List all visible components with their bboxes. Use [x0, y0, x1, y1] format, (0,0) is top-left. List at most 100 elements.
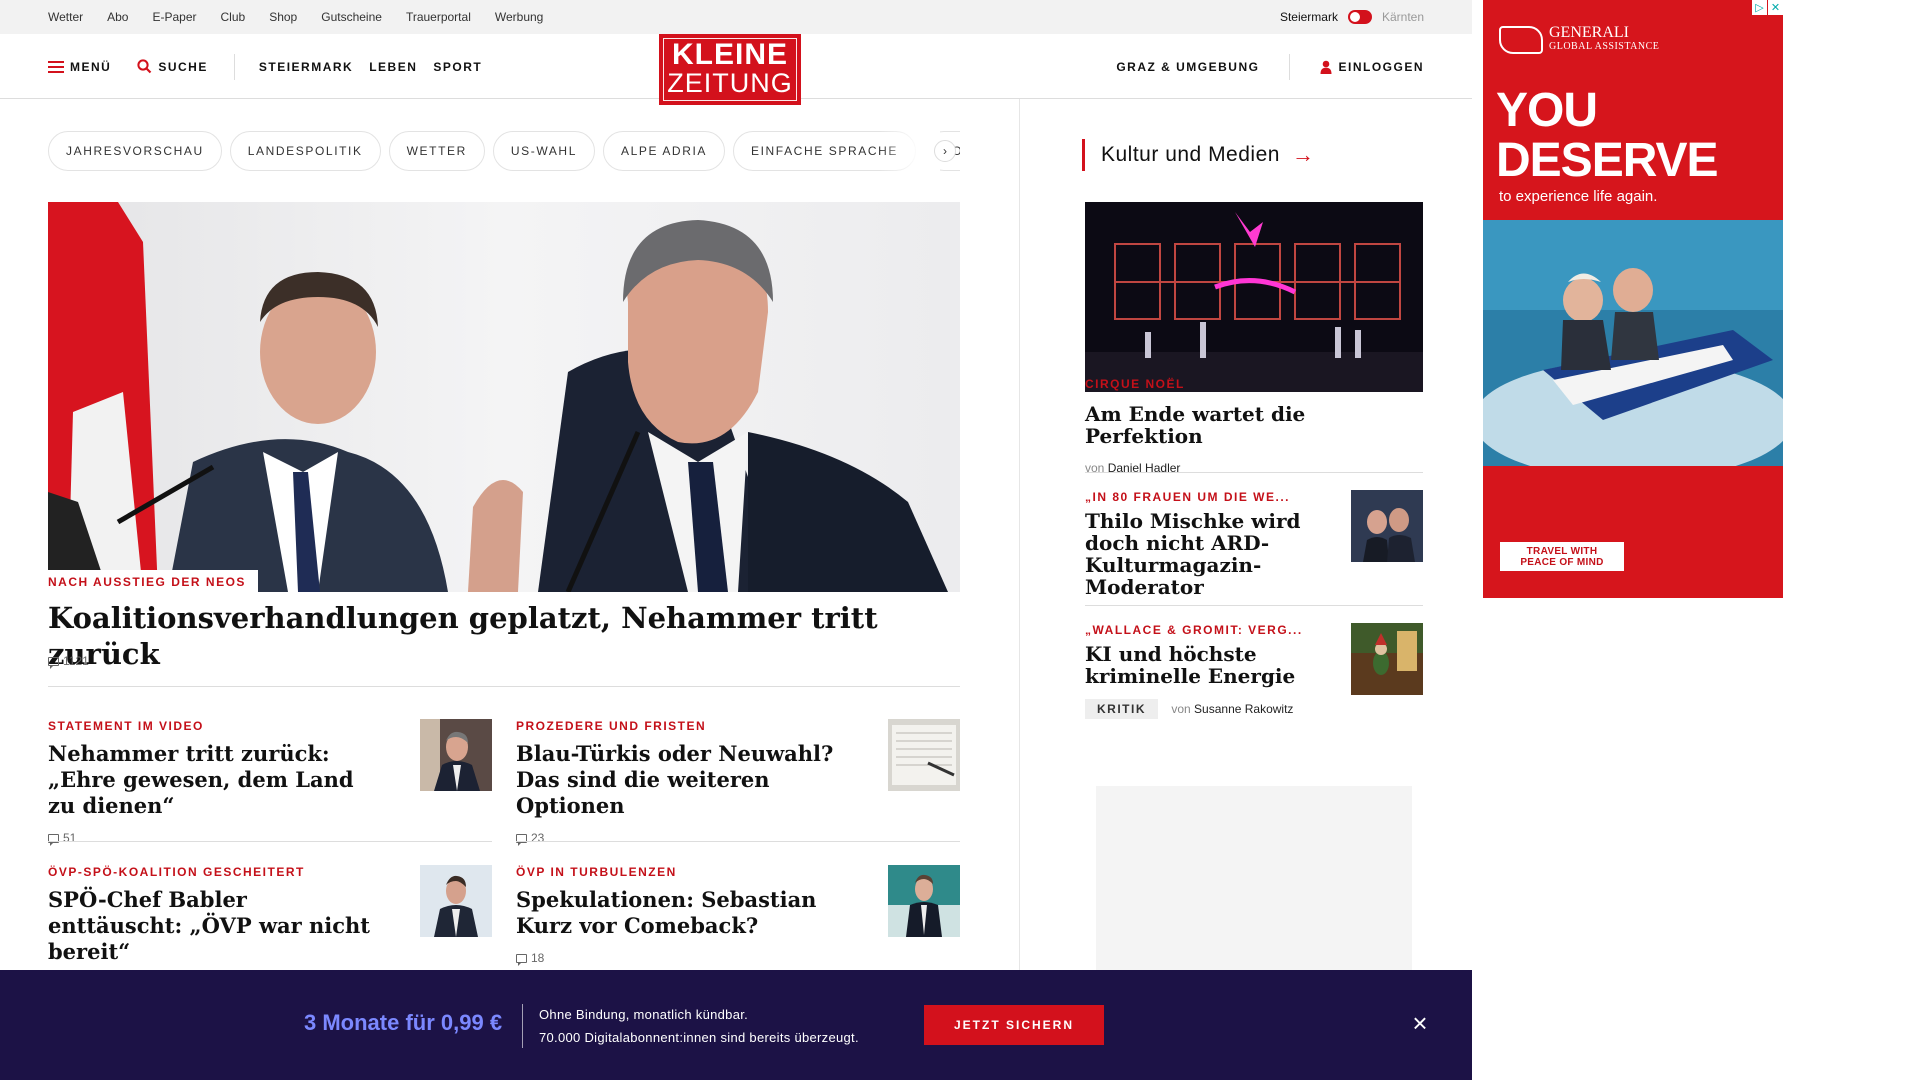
nav-steiermark[interactable]: STEIERMARK [259, 60, 353, 74]
column-divider [1019, 99, 1020, 1080]
logo-line-2: ZEITUNG [667, 68, 793, 98]
tag-us-wahl[interactable]: US-WAHL [492, 131, 595, 171]
arrow-right-icon: → [1291, 142, 1315, 167]
header-nav-right: GRAZ & UMGEBUNG EINLOGGEN [1116, 34, 1424, 99]
article-card[interactable]: PROZEDERE UND FRISTEN Blau-Türkis oder N… [516, 719, 960, 846]
sidebar-article[interactable]: „WALLACE & GROMIT: VERG... KI und höchst… [1085, 623, 1423, 719]
sidebar-article-thumbnail [1351, 623, 1423, 695]
subscription-promo-bar: 3 Monate für 0,99 € Ohne Bindung, monatl… [0, 970, 1472, 1080]
article-thumbnail [420, 719, 492, 791]
article-card[interactable]: ÖVP IN TURBULENZEN Spekulationen: Sebast… [516, 865, 960, 966]
site-logo[interactable]: KLEINE ZEITUNG [659, 34, 801, 105]
article-comment-count[interactable]: 18 [516, 951, 960, 966]
promo-price: 3 Monate für 0,99 € [304, 1010, 503, 1035]
utility-links: Wetter Abo E-Paper Club Shop Gutscheine … [48, 0, 567, 34]
region-switch: Steiermark Kärnten [1280, 0, 1424, 34]
adchoices[interactable]: ▷ ✕ [1751, 0, 1783, 15]
hero-photo [48, 202, 960, 592]
promo-line-1: Ohne Bindung, monatlich kündbar. [539, 1007, 749, 1022]
menu-label: MENÜ [70, 59, 112, 74]
ad-cta-button[interactable]: TRAVEL WITH PEACE OF MIND [1500, 542, 1624, 571]
sidebar-feature-kicker: CIRQUE NOËL [1085, 377, 1185, 391]
utility-link-gutscheine[interactable]: Gutscheine [321, 10, 382, 24]
header-nav-left: MENÜ SUCHE STEIERMARK LEBEN SPORT [48, 34, 508, 99]
tag-jahresvorschau[interactable]: JAHRESVORSCHAU [48, 131, 222, 171]
article-comment-count[interactable]: 51 [48, 831, 492, 846]
article-comments-value: 23 [531, 831, 545, 845]
sidebar-feature-title: Am Ende wartet die Perfektion [1085, 402, 1306, 448]
sidebar-feature-image[interactable] [1085, 202, 1423, 392]
logo-line-1: KLEINE [671, 38, 788, 71]
kritik-badge: KRITIK [1085, 699, 1158, 719]
article-divider [516, 841, 960, 842]
hero-headline[interactable]: Koalitionsverhandlungen geplatzt, Nehamm… [48, 600, 960, 672]
sidebar-article-title: Thilo Mischke wird doch nicht ARD-Kultur… [1085, 509, 1301, 599]
utility-link-abo[interactable]: Abo [107, 10, 128, 24]
sidebar-heading[interactable]: Kultur und Medien → [1082, 139, 1314, 171]
user-icon [1320, 60, 1332, 74]
ad-subline: to experience life again. [1499, 188, 1658, 205]
utility-link-club[interactable]: Club [221, 10, 246, 24]
sidebar-heading-label: Kultur und Medien [1101, 143, 1280, 166]
article-title: Blau-Türkis oder Neuwahl? Das sind die w… [516, 741, 834, 818]
menu-button[interactable]: MENÜ [48, 60, 111, 74]
article-comments-value: 51 [63, 831, 77, 845]
promo-subscribe-button[interactable]: JETZT SICHERN [924, 1005, 1104, 1045]
login-button[interactable]: EINLOGGEN [1320, 60, 1424, 74]
article-comment-count[interactable]: 23 [516, 831, 960, 846]
article-title: SPÖ-Chef Babler enttäuscht: „ÖVP war nic… [48, 887, 371, 964]
ad-cta-line-2: PEACE OF MIND [1520, 557, 1604, 568]
search-icon [137, 59, 152, 74]
ad-brand: GENERALI GLOBAL ASSISTANCE [1499, 25, 1660, 54]
search-label: SUCHE [158, 59, 208, 74]
article-thumbnail [420, 865, 492, 937]
hero-comments-value: 1121 [63, 654, 89, 668]
close-ad-icon[interactable]: ✕ [1768, 0, 1783, 15]
adchoices-icon[interactable]: ▷ [1752, 0, 1767, 15]
utility-link-shop[interactable]: Shop [269, 10, 297, 24]
login-label: EINLOGGEN [1338, 59, 1424, 74]
comment-icon [48, 656, 59, 669]
nav-sport[interactable]: SPORT [433, 60, 482, 74]
ad-brand-name: GENERALI GLOBAL ASSISTANCE [1549, 25, 1660, 54]
ad-brand-subtitle: GLOBAL ASSISTANCE [1549, 41, 1660, 52]
comment-icon [516, 953, 527, 966]
search-button[interactable]: SUCHE [137, 59, 208, 74]
hero-image[interactable] [48, 202, 960, 592]
region-link[interactable]: GRAZ & UMGEBUNG [1116, 60, 1259, 74]
sidebar-article[interactable]: „IN 80 FRAUEN UM DIE WE... Thilo Mischke… [1085, 490, 1423, 598]
tag-wetter[interactable]: WETTER [388, 131, 485, 171]
sidebar-article-meta: KRITIK von Susanne Rakowitz [1085, 699, 1423, 719]
byline-author[interactable]: Susanne Rakowitz [1194, 702, 1293, 716]
region-toggle[interactable] [1347, 10, 1372, 24]
ad-photo [1483, 220, 1783, 466]
tag-landespolitik[interactable]: LANDESPOLITIK [229, 131, 381, 171]
tags-scroll-right-button[interactable]: › [934, 140, 956, 162]
article-thumbnail [888, 719, 960, 791]
main-header: MENÜ SUCHE STEIERMARK LEBEN SPORT KLEINE… [0, 34, 1472, 105]
article-thumbnail [888, 865, 960, 937]
topic-tags: JAHRESVORSCHAU LANDESPOLITIK WETTER US-W… [48, 131, 960, 171]
sidebar-divider [1085, 472, 1423, 473]
tag-alpe-adria[interactable]: ALPE ADRIA [602, 131, 725, 171]
utility-link-werbung[interactable]: Werbung [495, 10, 543, 24]
advertisement-banner[interactable]: ▷ ✕ GENERALI GLOBAL ASSISTANCE YOU DESER… [1483, 0, 1783, 598]
utility-link-epaper[interactable]: E-Paper [152, 10, 196, 24]
article-card[interactable]: STATEMENT IM VIDEO Nehammer tritt zurück… [48, 719, 492, 846]
utility-link-trauerportal[interactable]: Trauerportal [406, 10, 471, 24]
nav-leben[interactable]: LEBEN [369, 60, 417, 74]
byline-prefix: von [1171, 702, 1191, 716]
region-inactive-label[interactable]: Kärnten [1382, 10, 1424, 24]
region-active-label[interactable]: Steiermark [1280, 10, 1338, 24]
article-divider [48, 841, 492, 842]
sidebar-feature-article[interactable]: CIRQUE NOËL Am Ende wartet die Perfektio… [1085, 377, 1423, 475]
sidebar-article-thumbnail [1351, 490, 1423, 562]
hero-divider [48, 686, 960, 687]
article-title: Spekulationen: Sebastian Kurz vor Comeba… [516, 887, 817, 938]
ad-cta-line-1: TRAVEL WITH [1526, 546, 1598, 557]
hero-comment-count[interactable]: 1121 [48, 654, 89, 669]
close-icon[interactable]: × [1408, 1010, 1432, 1036]
utility-link-wetter[interactable]: Wetter [48, 10, 83, 24]
hero-kicker[interactable]: NACH AUSSTIEG DER NEOS [48, 570, 258, 594]
promo-line-2: 70.000 Digitalabonnent:innen sind bereit… [539, 1030, 859, 1045]
